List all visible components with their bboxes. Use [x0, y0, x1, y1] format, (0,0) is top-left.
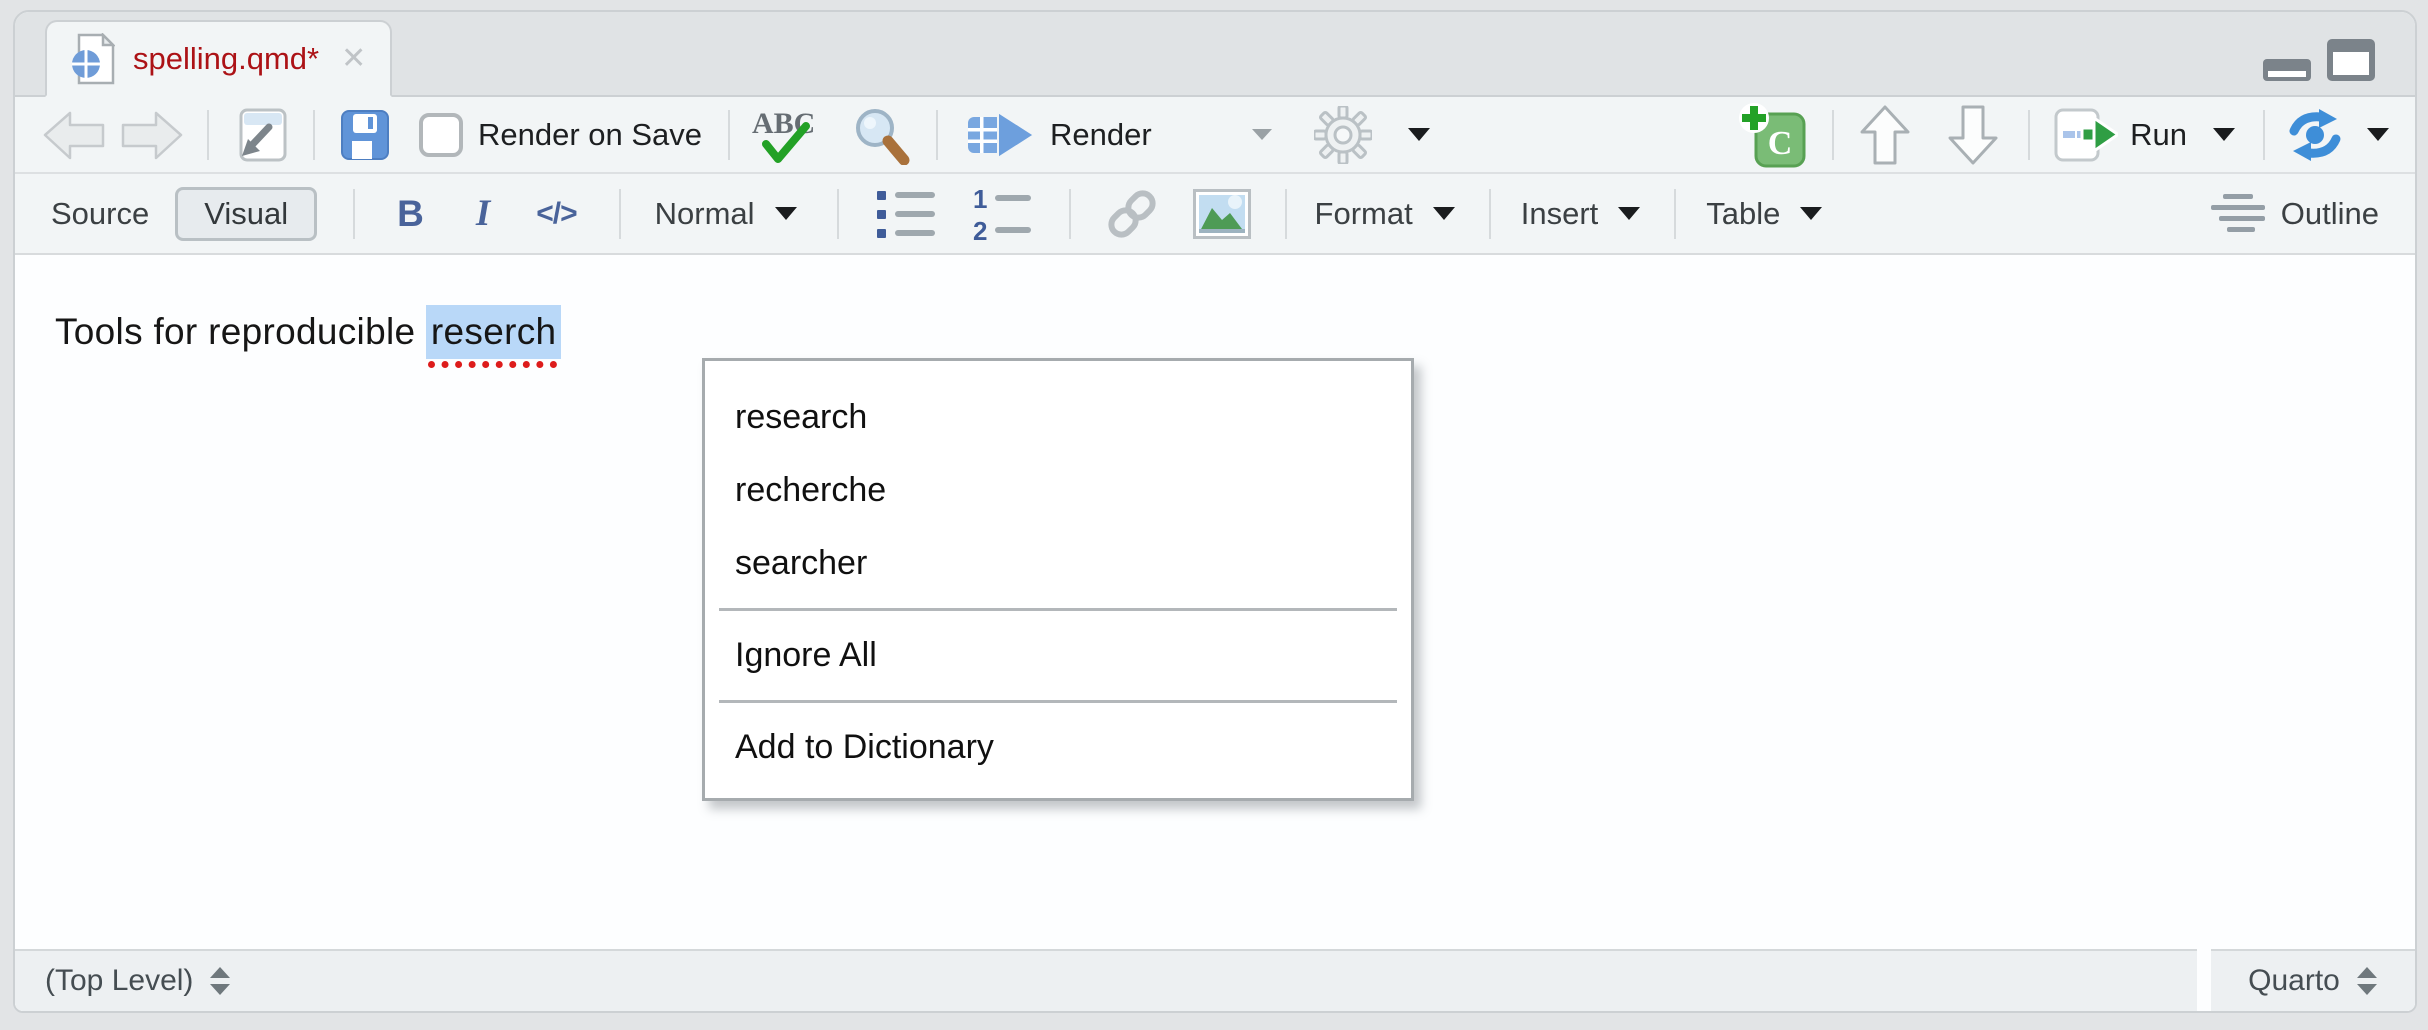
chevron-down-icon — [775, 207, 797, 220]
outline-toggle[interactable]: Outline — [2211, 192, 2379, 236]
gear-icon[interactable] — [1314, 106, 1372, 164]
source-editor-pane: spelling.qmd* ✕ — [13, 10, 2417, 1013]
jump-next-icon[interactable] — [1948, 105, 1998, 165]
search-icon[interactable] — [852, 105, 910, 165]
insert-menu-label: Insert — [1521, 196, 1599, 232]
run-button[interactable]: Run — [2054, 108, 2235, 162]
run-dropdown-icon[interactable] — [2213, 128, 2235, 141]
spellcheck-context-menu: research recherche searcher Ignore All A… — [702, 358, 1414, 801]
jump-previous-icon[interactable] — [1860, 105, 1910, 165]
separator — [936, 110, 938, 160]
source-mode-button[interactable]: Source — [51, 196, 149, 232]
outline-icon — [2211, 192, 2265, 236]
numbered-list-icon[interactable]: 1 2 — [971, 187, 1033, 241]
add-to-dictionary-item[interactable]: Add to Dictionary — [705, 711, 1411, 784]
svg-text:C: C — [1768, 125, 1793, 162]
run-icon — [2054, 108, 2118, 162]
close-tab-icon[interactable]: ✕ — [341, 41, 366, 76]
format-menu[interactable]: Format — [1315, 196, 1455, 232]
run-label: Run — [2130, 117, 2187, 153]
render-button[interactable]: Render — [968, 109, 1152, 161]
separator — [728, 110, 730, 160]
table-menu-label: Table — [1706, 196, 1780, 232]
italic-button[interactable]: I — [476, 192, 490, 235]
paragraph-style-value: Normal — [655, 196, 755, 232]
separator — [313, 110, 315, 160]
format-menu-label: Format — [1315, 196, 1413, 232]
visual-editor-canvas[interactable]: Tools for reproducible reserch research … — [15, 255, 2415, 949]
code-button[interactable]: </> — [536, 197, 576, 231]
bulleted-list-icon[interactable] — [875, 187, 937, 241]
separator — [1832, 110, 1834, 160]
suggestion-item[interactable]: recherche — [705, 454, 1411, 527]
suggestion-item[interactable]: searcher — [705, 527, 1411, 600]
visual-editor-format-bar: Source Visual B I </> Normal 1 2 — [15, 174, 2415, 255]
paragraph-text: Tools for reproducible — [55, 311, 426, 352]
link-icon[interactable] — [1101, 183, 1163, 245]
settings-dropdown-icon[interactable] — [1408, 128, 1430, 141]
separator — [619, 189, 621, 239]
tab-bar: spelling.qmd* ✕ — [15, 12, 2415, 97]
paragraph-style-dropdown[interactable]: Normal — [655, 196, 797, 232]
insert-chunk-icon[interactable]: C — [1738, 102, 1806, 168]
document-paragraph[interactable]: Tools for reproducible reserch — [55, 305, 561, 359]
tab-spelling-qmd[interactable]: spelling.qmd* ✕ — [45, 20, 392, 97]
sorter-arrows-icon — [2356, 965, 2378, 997]
document-type-selector[interactable]: Quarto — [2211, 949, 2415, 1011]
show-in-new-window-icon[interactable] — [233, 107, 289, 163]
svg-text:1: 1 — [973, 187, 987, 214]
rerun-dropdown-icon[interactable] — [2367, 128, 2389, 141]
ignore-all-item[interactable]: Ignore All — [705, 619, 1411, 692]
chevron-down-icon — [1618, 207, 1640, 220]
spellcheck-icon[interactable]: ABC — [750, 106, 826, 164]
render-icon — [968, 109, 1034, 161]
bold-button[interactable]: B — [397, 193, 424, 235]
menu-separator — [719, 700, 1397, 703]
separator — [1285, 189, 1287, 239]
scope-selector[interactable]: (Top Level) — [15, 949, 2197, 1011]
insert-menu[interactable]: Insert — [1521, 196, 1641, 232]
separator — [1489, 189, 1491, 239]
outline-label: Outline — [2281, 196, 2379, 232]
quarto-document-icon — [71, 33, 115, 85]
save-icon[interactable] — [341, 110, 389, 160]
menu-separator — [719, 608, 1397, 611]
document-type-label: Quarto — [2248, 964, 2340, 998]
render-dropdown-icon[interactable] — [1252, 129, 1272, 140]
sorter-arrows-icon — [209, 965, 231, 997]
chevron-down-icon — [1800, 207, 1822, 220]
render-on-save-label: Render on Save — [478, 117, 702, 153]
tab-title: spelling.qmd* — [133, 41, 319, 77]
suggestion-item[interactable]: research — [705, 381, 1411, 454]
chevron-down-icon — [1433, 207, 1455, 220]
maximize-icon[interactable] — [2327, 39, 2375, 81]
forward-icon[interactable] — [121, 110, 183, 160]
separator — [207, 110, 209, 160]
table-menu[interactable]: Table — [1706, 196, 1822, 232]
pane-window-controls — [2263, 39, 2375, 81]
minimize-icon[interactable] — [2263, 59, 2311, 81]
editor-toolbar: Render on Save ABC Render — [15, 97, 2415, 174]
editor-status-bar: (Top Level) Quarto — [15, 949, 2415, 1011]
visual-mode-button[interactable]: Visual — [175, 187, 317, 241]
scope-label: (Top Level) — [45, 964, 193, 998]
image-icon[interactable] — [1193, 189, 1251, 239]
rerun-icon[interactable] — [2287, 109, 2343, 161]
back-icon[interactable] — [43, 110, 105, 160]
separator — [2028, 110, 2030, 160]
render-on-save-checkbox[interactable] — [419, 113, 463, 157]
misspelled-word-selection[interactable]: reserch — [426, 305, 561, 359]
separator — [837, 189, 839, 239]
separator — [2263, 110, 2265, 160]
svg-text:2: 2 — [973, 216, 987, 241]
separator — [1674, 189, 1676, 239]
separator — [1069, 189, 1071, 239]
separator — [353, 189, 355, 239]
render-label: Render — [1050, 117, 1152, 153]
